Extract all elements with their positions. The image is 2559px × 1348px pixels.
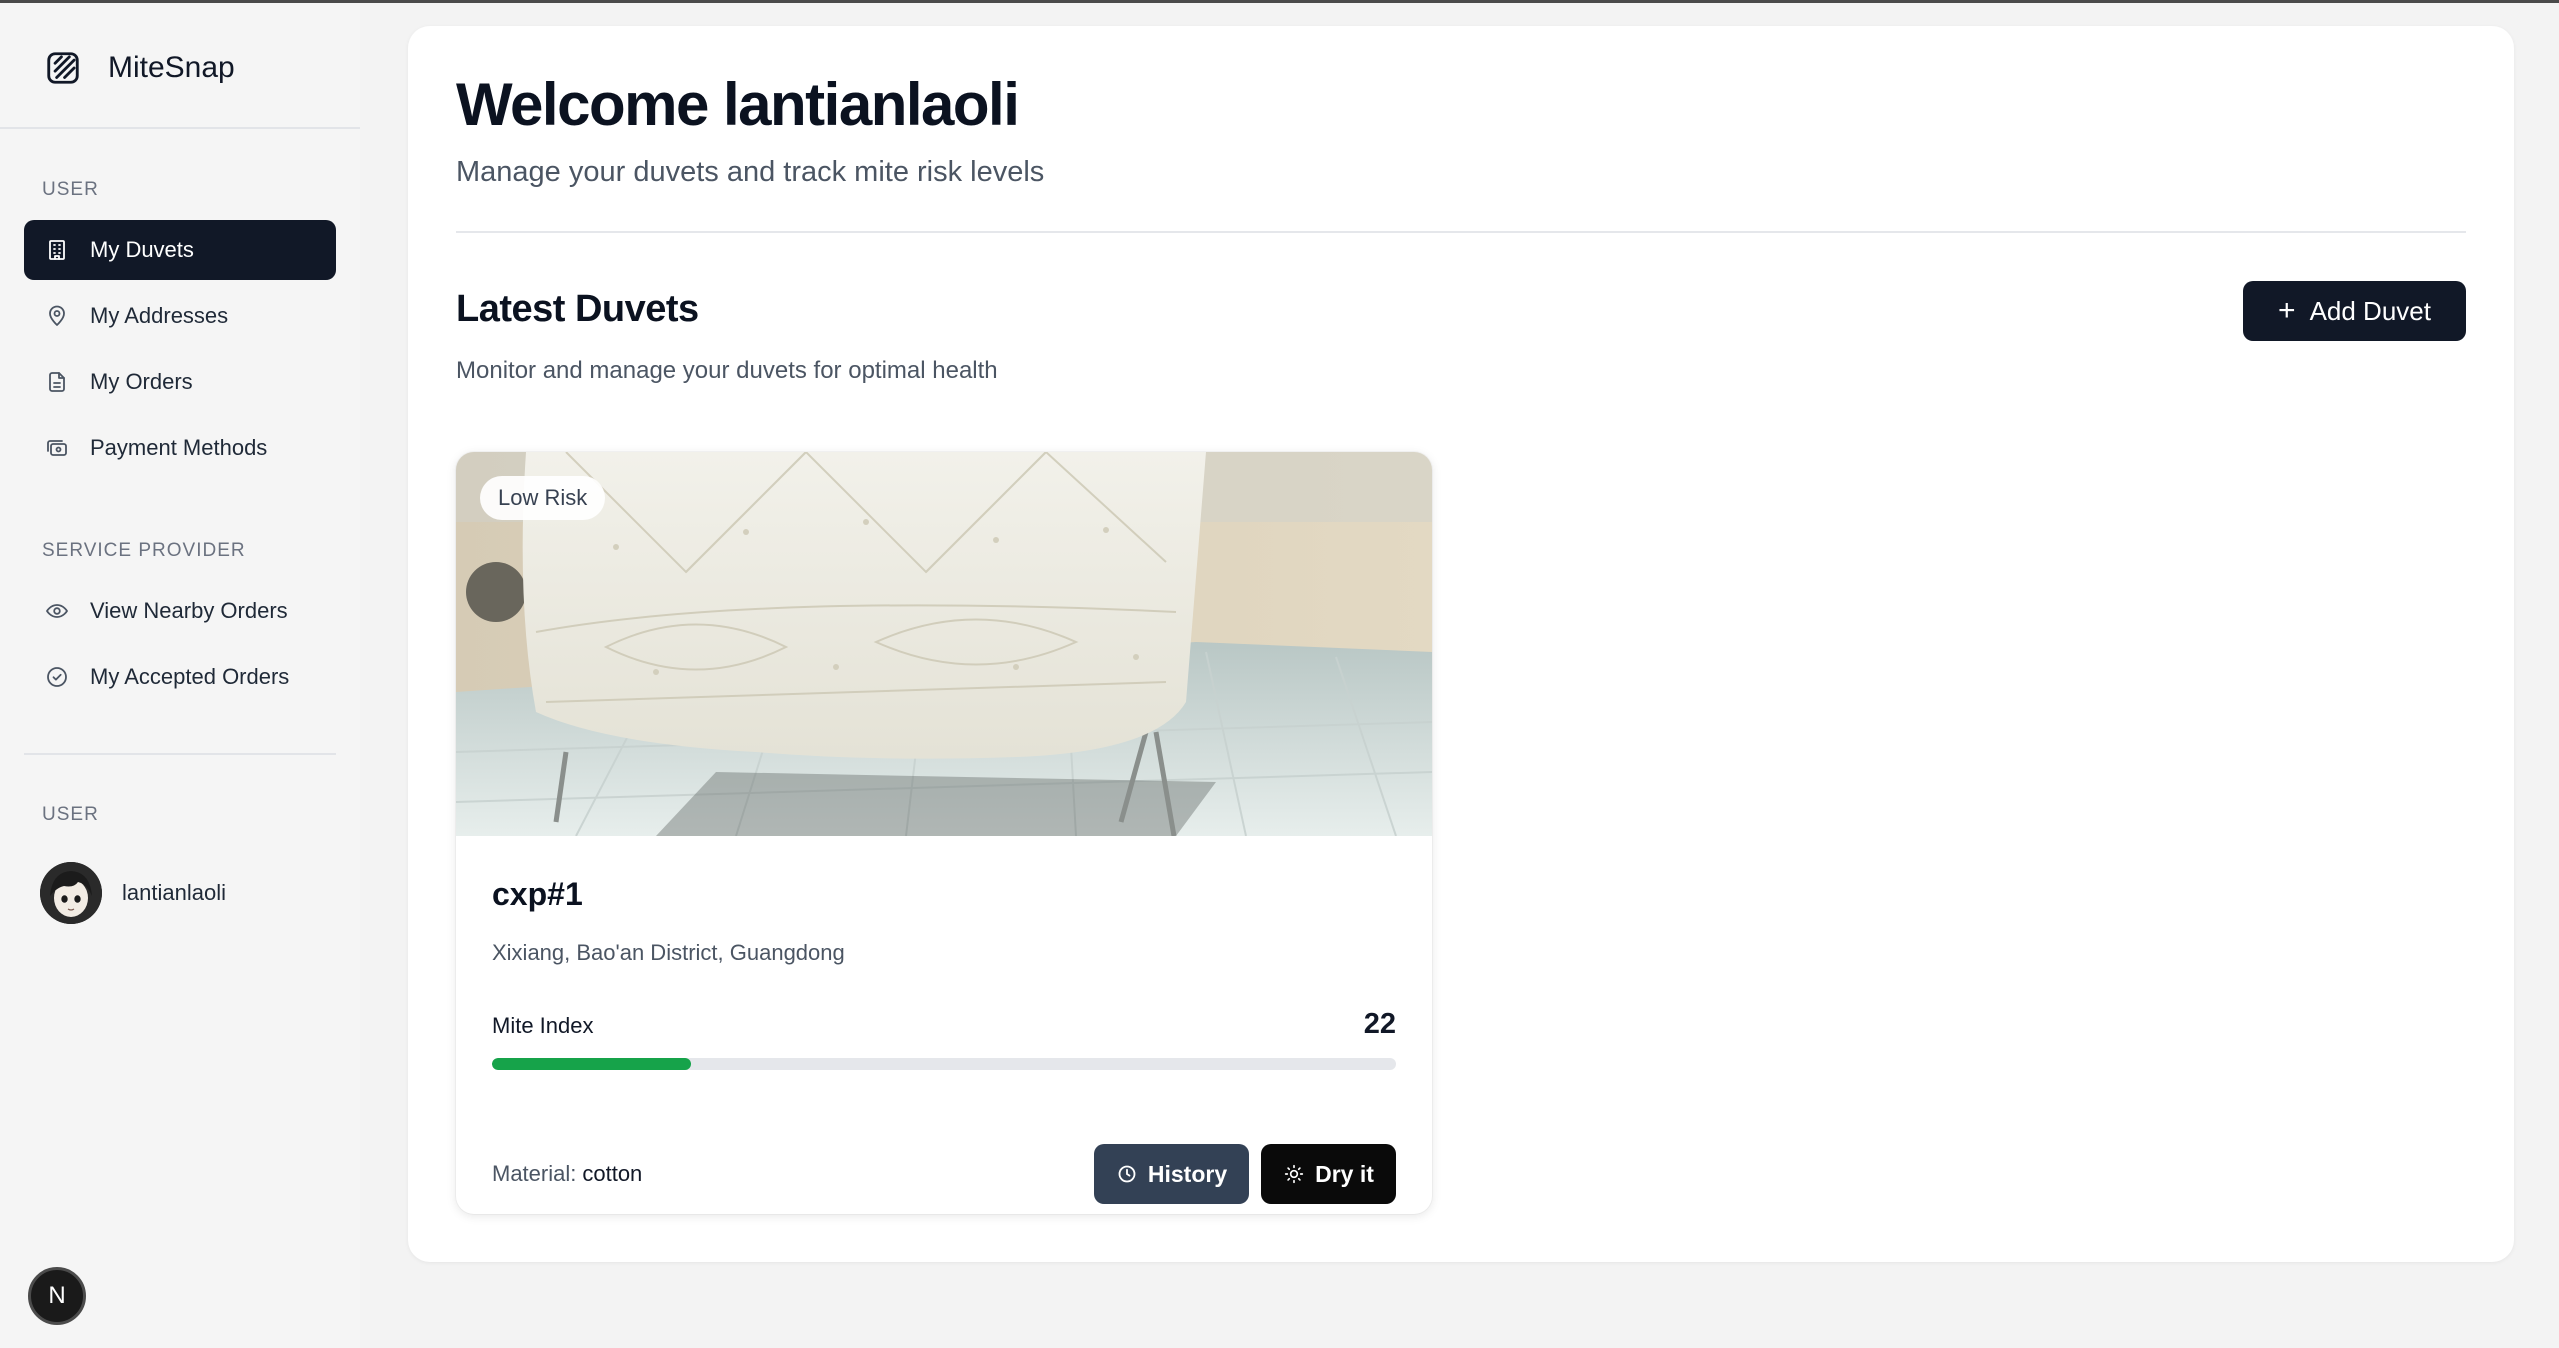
page-title: Welcome lantianlaoli [456, 71, 1020, 138]
duvet-address: Xixiang, Bao'an District, Guangdong [492, 940, 845, 965]
dry-it-label: Dry it [1315, 1160, 1374, 1187]
sidebar-item-label: My Accepted Orders [90, 664, 290, 689]
section-label-user: USER [42, 179, 99, 200]
material-label: Material: [492, 1161, 577, 1186]
check-circle-icon [44, 664, 70, 690]
divider [0, 127, 360, 129]
sidebar-item-view-nearby-orders[interactable]: View Nearby Orders [24, 581, 336, 641]
history-button[interactable]: History [1094, 1144, 1249, 1204]
sidebar-item-label: View Nearby Orders [90, 598, 288, 623]
sidebar-item-label: My Orders [90, 369, 193, 394]
main-content: Welcome lantianlaoli Manage your duvets … [408, 26, 2514, 1262]
sidebar-item-my-duvets[interactable]: My Duvets [24, 220, 336, 280]
sidebar-item-payment-methods[interactable]: Payment Methods [24, 418, 336, 478]
username: lantianlaoli [122, 880, 226, 905]
dev-tools-badge[interactable]: N [28, 1267, 86, 1325]
material-value: cotton [582, 1161, 643, 1186]
sidebar: MiteSnap USER My Duvets My Addresses My … [0, 3, 360, 1348]
sidebar-item-label: My Addresses [90, 303, 229, 328]
section-label-service-provider: SERVICE PROVIDER [42, 540, 246, 561]
material: Material: cotton [492, 1161, 642, 1187]
sidebar-item-my-orders[interactable]: My Orders [24, 352, 336, 412]
sidebar-item-my-addresses[interactable]: My Addresses [24, 286, 336, 346]
add-duvet-label: Add Duvet [2309, 295, 2431, 326]
section-title: Latest Duvets [456, 288, 699, 330]
top-border [0, 0, 2559, 3]
mite-index-value: 22 [1363, 1008, 1396, 1040]
user-profile[interactable]: lantianlaoli [40, 861, 226, 925]
duvet-name: cxp#1 [492, 876, 583, 912]
history-label: History [1147, 1160, 1228, 1187]
sidebar-item-label: My Duvets [90, 237, 194, 262]
mite-index-label: Mite Index [492, 1013, 594, 1038]
eye-icon [44, 598, 70, 624]
mite-index-progress-fill [492, 1058, 691, 1070]
page-subtitle: Manage your duvets and track mite risk l… [456, 156, 1045, 188]
document-icon [44, 369, 70, 395]
app-name: MiteSnap [108, 51, 235, 84]
duvet-photo [456, 452, 1432, 837]
sidebar-item-my-accepted-orders[interactable]: My Accepted Orders [24, 647, 336, 707]
sun-icon [1283, 1163, 1305, 1185]
divider [24, 753, 336, 755]
add-duvet-button[interactable]: + Add Duvet [2243, 281, 2466, 341]
map-pin-icon [44, 303, 70, 329]
clock-icon [1116, 1163, 1138, 1185]
sidebar-item-label: Payment Methods [90, 435, 268, 460]
divider [456, 231, 2466, 233]
avatar[interactable] [40, 862, 102, 924]
plus-icon: + [2278, 294, 2296, 327]
building-icon [44, 237, 70, 263]
mitesnap-logo-icon [42, 47, 84, 89]
duvet-card[interactable]: Low Risk cxp#1 Xixiang, Bao'an District,… [456, 452, 1432, 1214]
brand[interactable]: MiteSnap [42, 43, 235, 93]
dry-it-button[interactable]: Dry it [1261, 1144, 1396, 1204]
section-subtitle: Monitor and manage your duvets for optim… [456, 357, 998, 384]
risk-badge: Low Risk [480, 476, 606, 520]
payment-icon [44, 435, 70, 461]
mite-index-progress [492, 1058, 1396, 1070]
section-label-account: USER [42, 804, 99, 825]
